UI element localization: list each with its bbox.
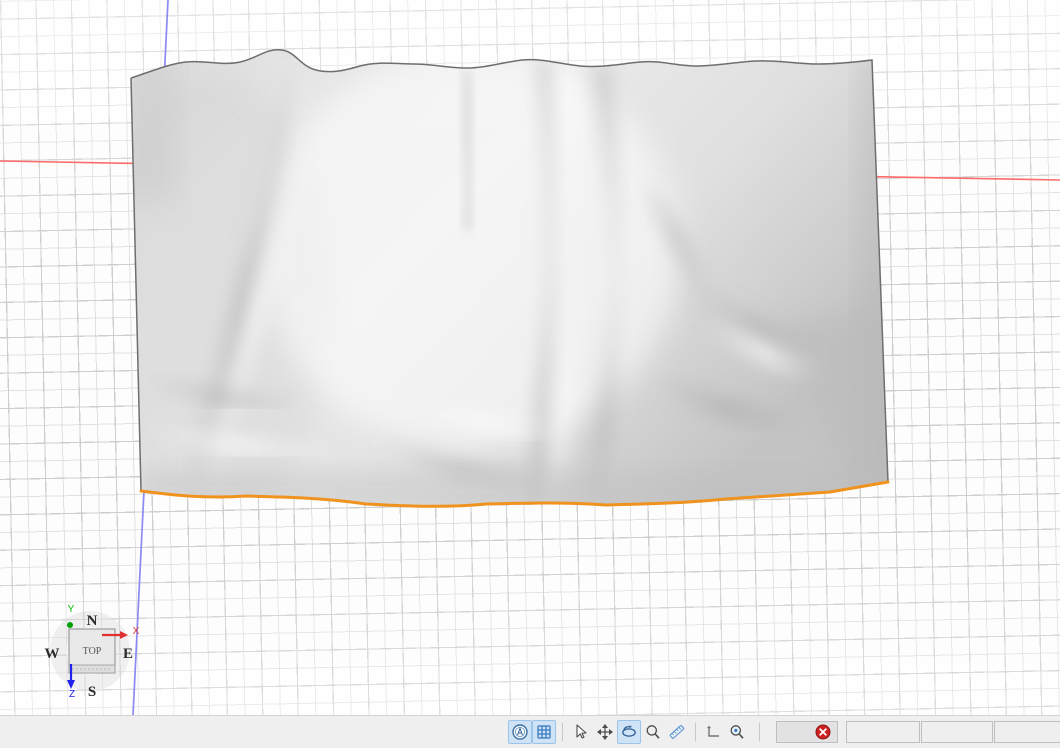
compass-label-south: S: [88, 684, 96, 700]
axis-label-x: X: [133, 626, 140, 637]
tool-snap-ortho[interactable]: Snap: [508, 720, 532, 744]
toolbar-group-snap: Snap Grid: [508, 716, 556, 748]
tool-axis-origin[interactable]: Set Origin: [701, 720, 725, 744]
toolbar-group-extra: Set Origin Zoom Window: [701, 716, 749, 748]
tool-select[interactable]: Select: [569, 720, 593, 744]
application-window: TOP N S E W X Y: [0, 0, 1060, 747]
axis-label-z: Z: [69, 689, 75, 700]
status-field-three[interactable]: [994, 721, 1060, 743]
axis-label-y: Y: [68, 604, 75, 615]
tool-measure[interactable]: Measure: [665, 720, 689, 744]
construction-grid: [0, 0, 1060, 715]
status-message-area: [0, 716, 508, 748]
move-arrows-icon: [596, 723, 614, 741]
status-field-two[interactable]: [921, 721, 993, 743]
status-bar: Snap Grid: [0, 715, 1060, 748]
3d-viewport[interactable]: TOP N S E W X Y: [0, 0, 1060, 715]
error-circle-icon: [815, 724, 831, 740]
compass-label-west: W: [45, 646, 60, 662]
toolbar-separator-3: [759, 723, 760, 741]
view-cube-face-label: TOP: [83, 646, 102, 657]
magnifier-dot-icon: [728, 723, 746, 741]
status-field-one[interactable]: [846, 721, 920, 743]
tool-grid-toggle[interactable]: Grid: [532, 720, 556, 744]
axis-corner-icon: [704, 723, 722, 741]
ruler-icon: [668, 723, 686, 741]
view-orientation-compass[interactable]: TOP N S E W X Y: [38, 598, 150, 710]
tool-zoom[interactable]: Zoom: [641, 720, 665, 744]
cursor-arrow-icon: [572, 723, 590, 741]
toolbar-separator-2: [695, 723, 696, 741]
tool-pan[interactable]: Pan: [593, 720, 617, 744]
magnifier-icon: [644, 723, 662, 741]
circle-a-icon: [511, 723, 529, 741]
toolbar-group-navigation: Select Pan: [569, 716, 689, 748]
tool-zoom-window[interactable]: Zoom Window: [725, 720, 749, 744]
compass-label-east: E: [123, 646, 133, 662]
tool-orbit[interactable]: Orbit: [617, 720, 641, 744]
compass-label-north: N: [87, 613, 98, 629]
status-error-field[interactable]: [776, 721, 838, 743]
orbit-icon: [620, 723, 638, 741]
grid-icon: [535, 723, 553, 741]
toolbar-separator-1: [562, 723, 563, 741]
